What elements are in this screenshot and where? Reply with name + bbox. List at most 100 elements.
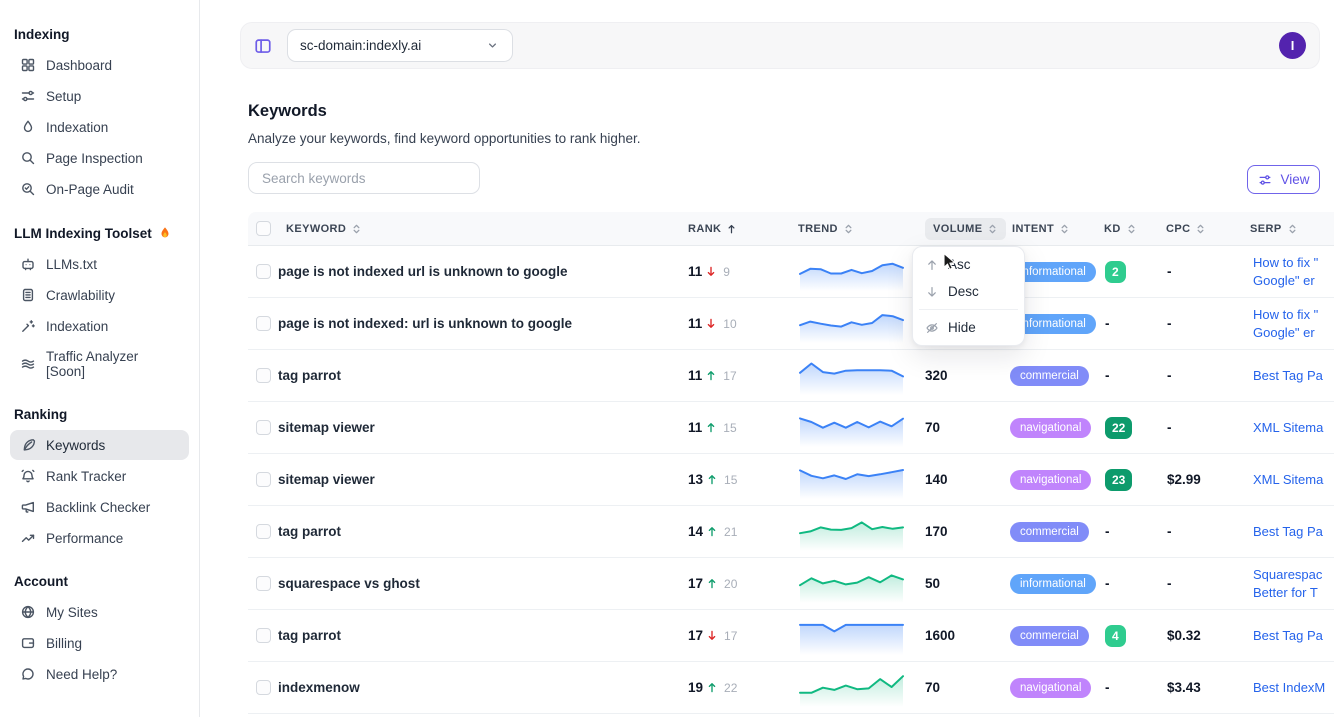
column-header-cpc[interactable]: CPC: [1158, 223, 1242, 235]
sidebar-item-on-page-audit[interactable]: On-Page Audit: [10, 174, 189, 204]
sidebar-item-label: Backlink Checker: [46, 500, 150, 515]
intent-cell: informational: [1004, 574, 1096, 594]
trend-cell: [790, 304, 914, 344]
trend-up-icon: [20, 530, 36, 546]
menu-item-asc[interactable]: Asc: [917, 251, 1020, 278]
serp-link[interactable]: XML Sitema: [1242, 471, 1334, 489]
sidebar-item-rank-tracker[interactable]: Rank Tracker: [10, 461, 189, 491]
rank-previous: 10: [723, 317, 736, 331]
sidebar-item-setup[interactable]: Setup: [10, 81, 189, 111]
kd-value: -: [1105, 524, 1110, 539]
kd-cell: -: [1096, 523, 1158, 541]
sidebar: IndexingDashboardSetupIndexationPage Ins…: [0, 0, 200, 717]
trend-cell: [790, 408, 914, 448]
rank-cell: 1421: [680, 524, 790, 539]
sidebar-item-traffic-analyzer-soon[interactable]: Traffic Analyzer [Soon]: [10, 342, 189, 386]
sidebar-item-indexation[interactable]: Indexation: [10, 112, 189, 142]
view-button[interactable]: View: [1247, 165, 1320, 194]
sidebar-item-label: Indexation: [46, 120, 108, 135]
row-checkbox[interactable]: [256, 264, 271, 279]
table-row: page is not indexed: url is unknown to g…: [248, 298, 1334, 350]
keyword-cell: tag parrot: [278, 368, 680, 383]
cpc-cell: $2.99: [1158, 472, 1242, 487]
sidebar-item-my-sites[interactable]: My Sites: [10, 597, 189, 627]
sort-asc-icon: [726, 223, 737, 235]
kd-badge: 4: [1105, 625, 1126, 647]
sidebar-item-page-inspection[interactable]: Page Inspection: [10, 143, 189, 173]
chevron-down-icon: [484, 38, 500, 54]
row-checkbox[interactable]: [256, 628, 271, 643]
wallet-icon: [20, 635, 36, 651]
rank-cell: 119: [680, 264, 790, 279]
serp-link[interactable]: How to fix "Google" er: [1242, 254, 1334, 290]
menu-item-desc[interactable]: Desc: [917, 278, 1020, 305]
intent-cell: navigational: [1004, 418, 1096, 438]
sidebar-toggle-icon[interactable]: [254, 37, 272, 55]
rank-cell: 1315: [680, 472, 790, 487]
row-checkbox[interactable]: [256, 524, 271, 539]
serp-link[interactable]: Best Tag Pa: [1242, 367, 1334, 385]
trend-cell: [790, 616, 914, 656]
sidebar-item-performance[interactable]: Performance: [10, 523, 189, 553]
column-header-rank[interactable]: RANK: [680, 223, 790, 235]
domain-select[interactable]: sc-domain:indexly.ai: [287, 29, 513, 62]
intent-cell: commercial: [1004, 366, 1096, 386]
sidebar-item-keywords[interactable]: Keywords: [10, 430, 189, 460]
menu-item-hide[interactable]: Hide: [917, 314, 1020, 341]
column-header-kd[interactable]: KD: [1096, 223, 1158, 235]
column-header-keyword[interactable]: KEYWORD: [278, 223, 680, 235]
volume-cell: 1600: [914, 628, 1004, 643]
kd-value: -: [1105, 680, 1110, 695]
sidebar-item-backlink-checker[interactable]: Backlink Checker: [10, 492, 189, 522]
menu-divider: [919, 309, 1018, 310]
column-header-trend[interactable]: TREND: [790, 223, 914, 235]
sidebar-item-llms-txt[interactable]: LLMs.txt: [10, 249, 189, 279]
trend-sparkline: [798, 668, 905, 708]
serp-link[interactable]: XML Sitema: [1242, 419, 1334, 437]
search-input[interactable]: [248, 162, 480, 194]
serp-link[interactable]: How to fix "Google" er: [1242, 306, 1334, 342]
kd-value: -: [1105, 316, 1110, 331]
column-header-volume[interactable]: VOLUME: [914, 218, 1004, 240]
row-checkbox[interactable]: [256, 680, 271, 695]
intent-cell: commercial: [1004, 626, 1096, 646]
rank-up-icon: [705, 369, 717, 382]
serp-link[interactable]: Best IndexM: [1242, 679, 1334, 697]
column-header-serp[interactable]: SERP: [1242, 223, 1334, 235]
row-checkbox[interactable]: [256, 472, 271, 487]
avatar[interactable]: I: [1279, 32, 1306, 59]
row-checkbox[interactable]: [256, 576, 271, 591]
select-all-checkbox[interactable]: [256, 221, 271, 236]
section-title-account: Account: [14, 574, 185, 589]
section-title-ranking: Ranking: [14, 407, 185, 422]
sidebar-item-need-help[interactable]: Need Help?: [10, 659, 189, 689]
keywords-table: KEYWORDRANKTRENDVOLUMEINTENTKDCPCSERP pa…: [248, 212, 1334, 714]
trend-sparkline: [798, 304, 905, 344]
row-checkbox[interactable]: [256, 316, 271, 331]
domain-select-value: sc-domain:indexly.ai: [300, 38, 421, 53]
serp-link[interactable]: Best Tag Pa: [1242, 627, 1334, 645]
column-header-intent[interactable]: INTENT: [1004, 223, 1096, 235]
table-row: tag parrot1421170commercial--Best Tag Pa: [248, 506, 1334, 558]
arrow-up-icon: [925, 258, 939, 272]
sidebar-item-crawlability[interactable]: Crawlability: [10, 280, 189, 310]
sidebar-item-billing[interactable]: Billing: [10, 628, 189, 658]
serp-link[interactable]: Best Tag Pa: [1242, 523, 1334, 541]
rank-value: 17: [688, 628, 703, 643]
row-checkbox[interactable]: [256, 420, 271, 435]
intent-cell: navigational: [1004, 678, 1096, 698]
row-checkbox[interactable]: [256, 368, 271, 383]
sort-icon: [1126, 223, 1137, 235]
rank-value: 11: [688, 316, 702, 331]
sidebar-item-dashboard[interactable]: Dashboard: [10, 50, 189, 80]
keyword-cell: indexmenow: [278, 680, 680, 695]
intent-badge: commercial: [1010, 522, 1089, 542]
sidebar-item-indexation[interactable]: Indexation: [10, 311, 189, 341]
sidebar-item-label: On-Page Audit: [46, 182, 134, 197]
trend-cell: [790, 512, 914, 552]
volume-sort-menu: AscDesc Hide: [912, 246, 1025, 346]
kd-cell: 2: [1096, 261, 1158, 283]
trend-sparkline: [798, 408, 905, 448]
rank-cell: 1720: [680, 576, 790, 591]
serp-link[interactable]: SquarespacBetter for T: [1242, 566, 1334, 602]
